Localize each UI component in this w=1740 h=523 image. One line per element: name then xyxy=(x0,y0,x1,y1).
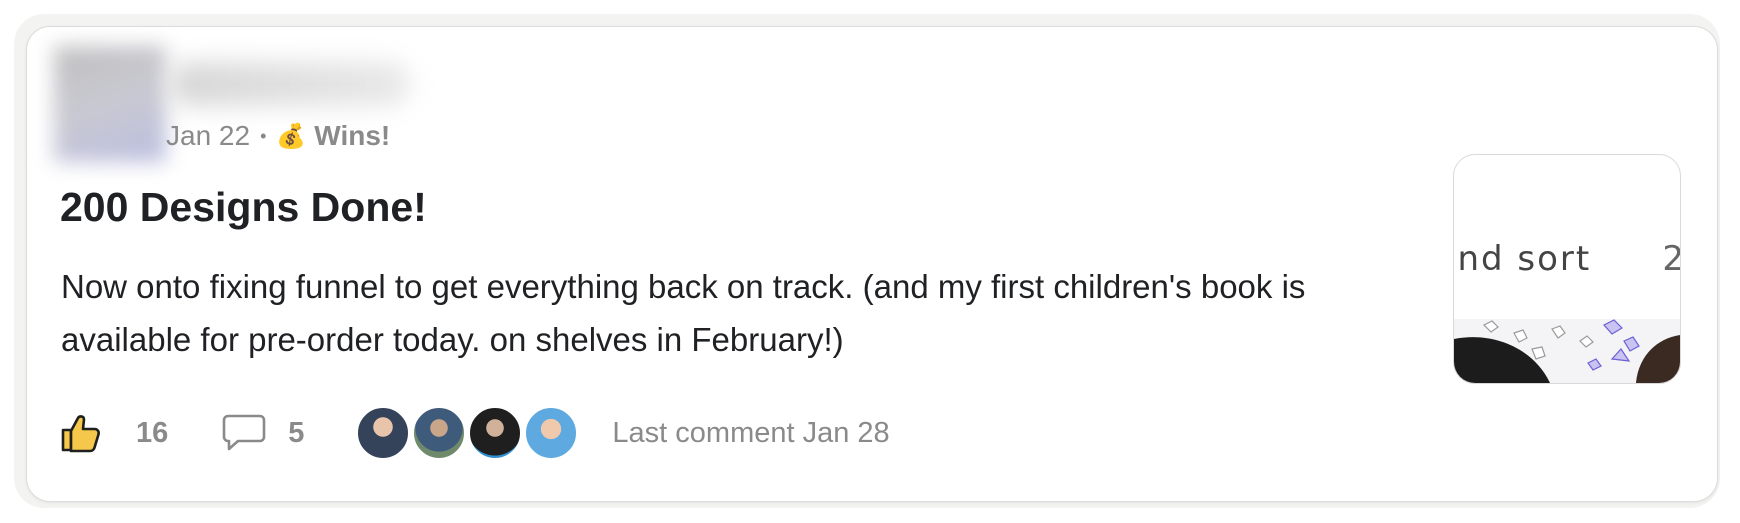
last-comment[interactable]: Last comment Jan 28 xyxy=(612,417,889,450)
money-bag-icon: 💰 xyxy=(276,122,307,150)
post-title[interactable]: 200 Designs Done! xyxy=(60,184,427,231)
post-body[interactable]: Now onto fixing funnel to get everything… xyxy=(61,260,1421,366)
like-count: 16 xyxy=(136,416,169,449)
commenter-avatar[interactable] xyxy=(412,406,467,460)
comment-button[interactable]: 5 xyxy=(222,413,304,453)
meta-separator: • xyxy=(260,125,267,146)
post-meta: Jan 22 • 💰 Wins! xyxy=(166,120,390,152)
post-actions: 16 5 Last comment Jan 28 xyxy=(60,406,890,460)
like-button[interactable]: 16 xyxy=(60,412,168,454)
commenter-avatar[interactable] xyxy=(468,406,523,460)
post-date: Jan 22 xyxy=(166,120,251,151)
thumbnail-text: ınd sort xyxy=(1453,239,1592,279)
commenter-avatar[interactable] xyxy=(356,406,411,460)
comment-count: 5 xyxy=(288,416,305,449)
comment-bubble-icon xyxy=(222,414,266,451)
thumbnail-text-right: 2 xyxy=(1662,239,1680,279)
post-thumbnail[interactable]: ınd sort 2 xyxy=(1453,154,1681,384)
thumbs-up-icon xyxy=(61,415,100,453)
thumbnail-illustration xyxy=(1454,319,1680,383)
post-category[interactable]: Wins! xyxy=(314,120,390,152)
commenter-avatar[interactable] xyxy=(524,406,579,460)
commenter-avatars[interactable] xyxy=(354,406,579,460)
author-name[interactable] xyxy=(170,62,410,106)
author-avatar[interactable] xyxy=(54,46,166,162)
